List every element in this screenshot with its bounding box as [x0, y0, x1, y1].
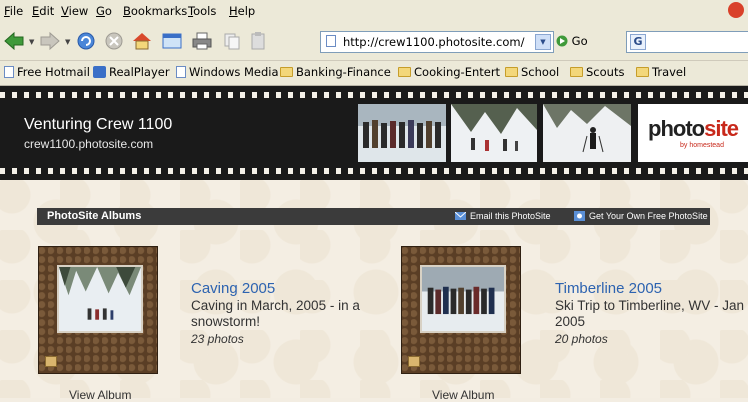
album-title-link[interactable]: Timberline 2005	[555, 280, 662, 297]
paste-button[interactable]	[246, 30, 270, 52]
site-banner: Venturing Crew 1100 crew1100.photosite.c…	[0, 86, 748, 180]
bookmark-windows-media[interactable]: Windows Media	[176, 65, 279, 79]
albums-header-bar: PhotoSite Albums Email this PhotoSite Ge…	[37, 208, 710, 225]
banner-photo-skiers	[451, 104, 537, 162]
address-url[interactable]: http://crew1100.photosite.com/	[343, 35, 524, 49]
folder-icon	[570, 67, 583, 77]
address-bar[interactable]: http://crew1100.photosite.com/ ▼	[320, 31, 554, 53]
bookmark-scouts[interactable]: Scouts	[570, 65, 624, 79]
search-engine-icon[interactable]: G	[630, 34, 646, 50]
folder-icon	[280, 67, 293, 77]
paste-icon	[251, 32, 265, 50]
tab-icon	[162, 33, 182, 49]
bookmark-travel[interactable]: Travel	[636, 65, 686, 79]
album-title-link[interactable]: Caving 2005	[191, 280, 275, 297]
reload-button[interactable]	[74, 30, 98, 52]
view-album-link[interactable]: View Album	[69, 388, 131, 402]
album-thumbnail-caving	[57, 265, 143, 333]
bookmark-free-hotmail[interactable]: Free Hotmail	[4, 65, 90, 79]
stop-icon	[105, 32, 123, 50]
search-field[interactable]: G	[626, 31, 748, 53]
view-album-link[interactable]: View Album	[432, 388, 494, 402]
forward-button[interactable]	[38, 30, 62, 52]
page-icon	[326, 35, 336, 47]
album-cover-timberline[interactable]	[401, 246, 521, 374]
banner-photo-hiker	[543, 104, 631, 162]
album-photo-count: 20 photos	[555, 332, 608, 346]
back-button[interactable]	[2, 30, 26, 52]
menu-help[interactable]: Help	[229, 4, 255, 18]
album-corner-icon	[45, 356, 57, 367]
realplayer-icon	[93, 66, 106, 78]
bookmark-realplayer[interactable]: RealPlayer	[93, 65, 170, 79]
envelope-icon	[455, 212, 466, 220]
film-perforation-bottom	[0, 168, 748, 174]
back-arrow-icon	[4, 32, 24, 50]
copy-icon	[224, 33, 240, 50]
bookmark-cooking-entert[interactable]: Cooking-Entert	[398, 65, 500, 79]
page-icon	[4, 66, 14, 78]
menu-bookmarks[interactable]: Bookmarks	[123, 4, 187, 18]
go-icon	[556, 35, 568, 47]
banner-photo-group	[358, 104, 446, 162]
folder-icon	[505, 67, 518, 77]
bookmarks-toolbar: Free Hotmail RealPlayer Windows Media Ba…	[0, 61, 748, 86]
menu-edit[interactable]: Edit	[32, 4, 54, 18]
print-icon	[192, 32, 212, 50]
go-label: Go	[571, 34, 588, 48]
page-icon	[176, 66, 186, 78]
album-thumbnail-timberline	[420, 265, 506, 333]
stop-button[interactable]	[102, 30, 126, 52]
reload-icon	[77, 32, 95, 50]
get-photosite-link[interactable]: Get Your Own Free PhotoSite	[574, 211, 708, 221]
bookmark-school[interactable]: School	[505, 65, 559, 79]
bookmark-banking-finance[interactable]: Banking-Finance	[280, 65, 391, 79]
menu-tools[interactable]: Tools	[188, 4, 216, 18]
email-photosite-link[interactable]: Email this PhotoSite	[455, 211, 551, 221]
copy-button[interactable]	[220, 30, 244, 52]
forward-arrow-icon	[40, 32, 60, 50]
site-title: Venturing Crew 1100	[24, 116, 173, 133]
home-button[interactable]	[130, 30, 154, 52]
go-button[interactable]: Go	[556, 34, 588, 48]
album-corner-icon	[408, 356, 420, 367]
album-photo-count: 23 photos	[191, 332, 244, 346]
album-description: Ski Trip to Timberline, WV - Jan 2005	[555, 298, 745, 329]
album-cover-caving[interactable]	[38, 246, 158, 374]
menu-go[interactable]: Go	[96, 4, 112, 18]
print-button[interactable]	[190, 30, 214, 52]
back-dropdown-icon[interactable]: ▼	[29, 38, 34, 46]
folder-icon	[398, 67, 411, 77]
photosite-logo[interactable]: photosite by homestead	[638, 104, 748, 162]
menu-bar: File Edit View Go Bookmarks Tools Help	[0, 0, 748, 23]
page-content: PhotoSite Albums Email this PhotoSite Ge…	[0, 180, 748, 402]
address-dropdown-icon[interactable]: ▼	[535, 34, 551, 50]
film-perforation-top	[0, 92, 748, 98]
album-description: Caving in March, 2005 - in a snowstorm!	[191, 298, 360, 329]
site-address: crew1100.photosite.com	[24, 137, 154, 151]
photosite-icon	[574, 211, 585, 221]
forward-dropdown-icon[interactable]: ▼	[65, 38, 70, 46]
new-tab-button[interactable]	[160, 30, 184, 52]
navigation-toolbar: ▼ ▼ http://crew1100.photosite.com/ ▼ Go …	[0, 22, 748, 61]
throbber-icon	[728, 2, 744, 18]
menu-file[interactable]: File	[4, 4, 23, 18]
albums-header-title: PhotoSite Albums	[47, 210, 142, 222]
home-icon	[133, 33, 151, 50]
menu-view[interactable]: View	[61, 4, 88, 18]
folder-icon	[636, 67, 649, 77]
